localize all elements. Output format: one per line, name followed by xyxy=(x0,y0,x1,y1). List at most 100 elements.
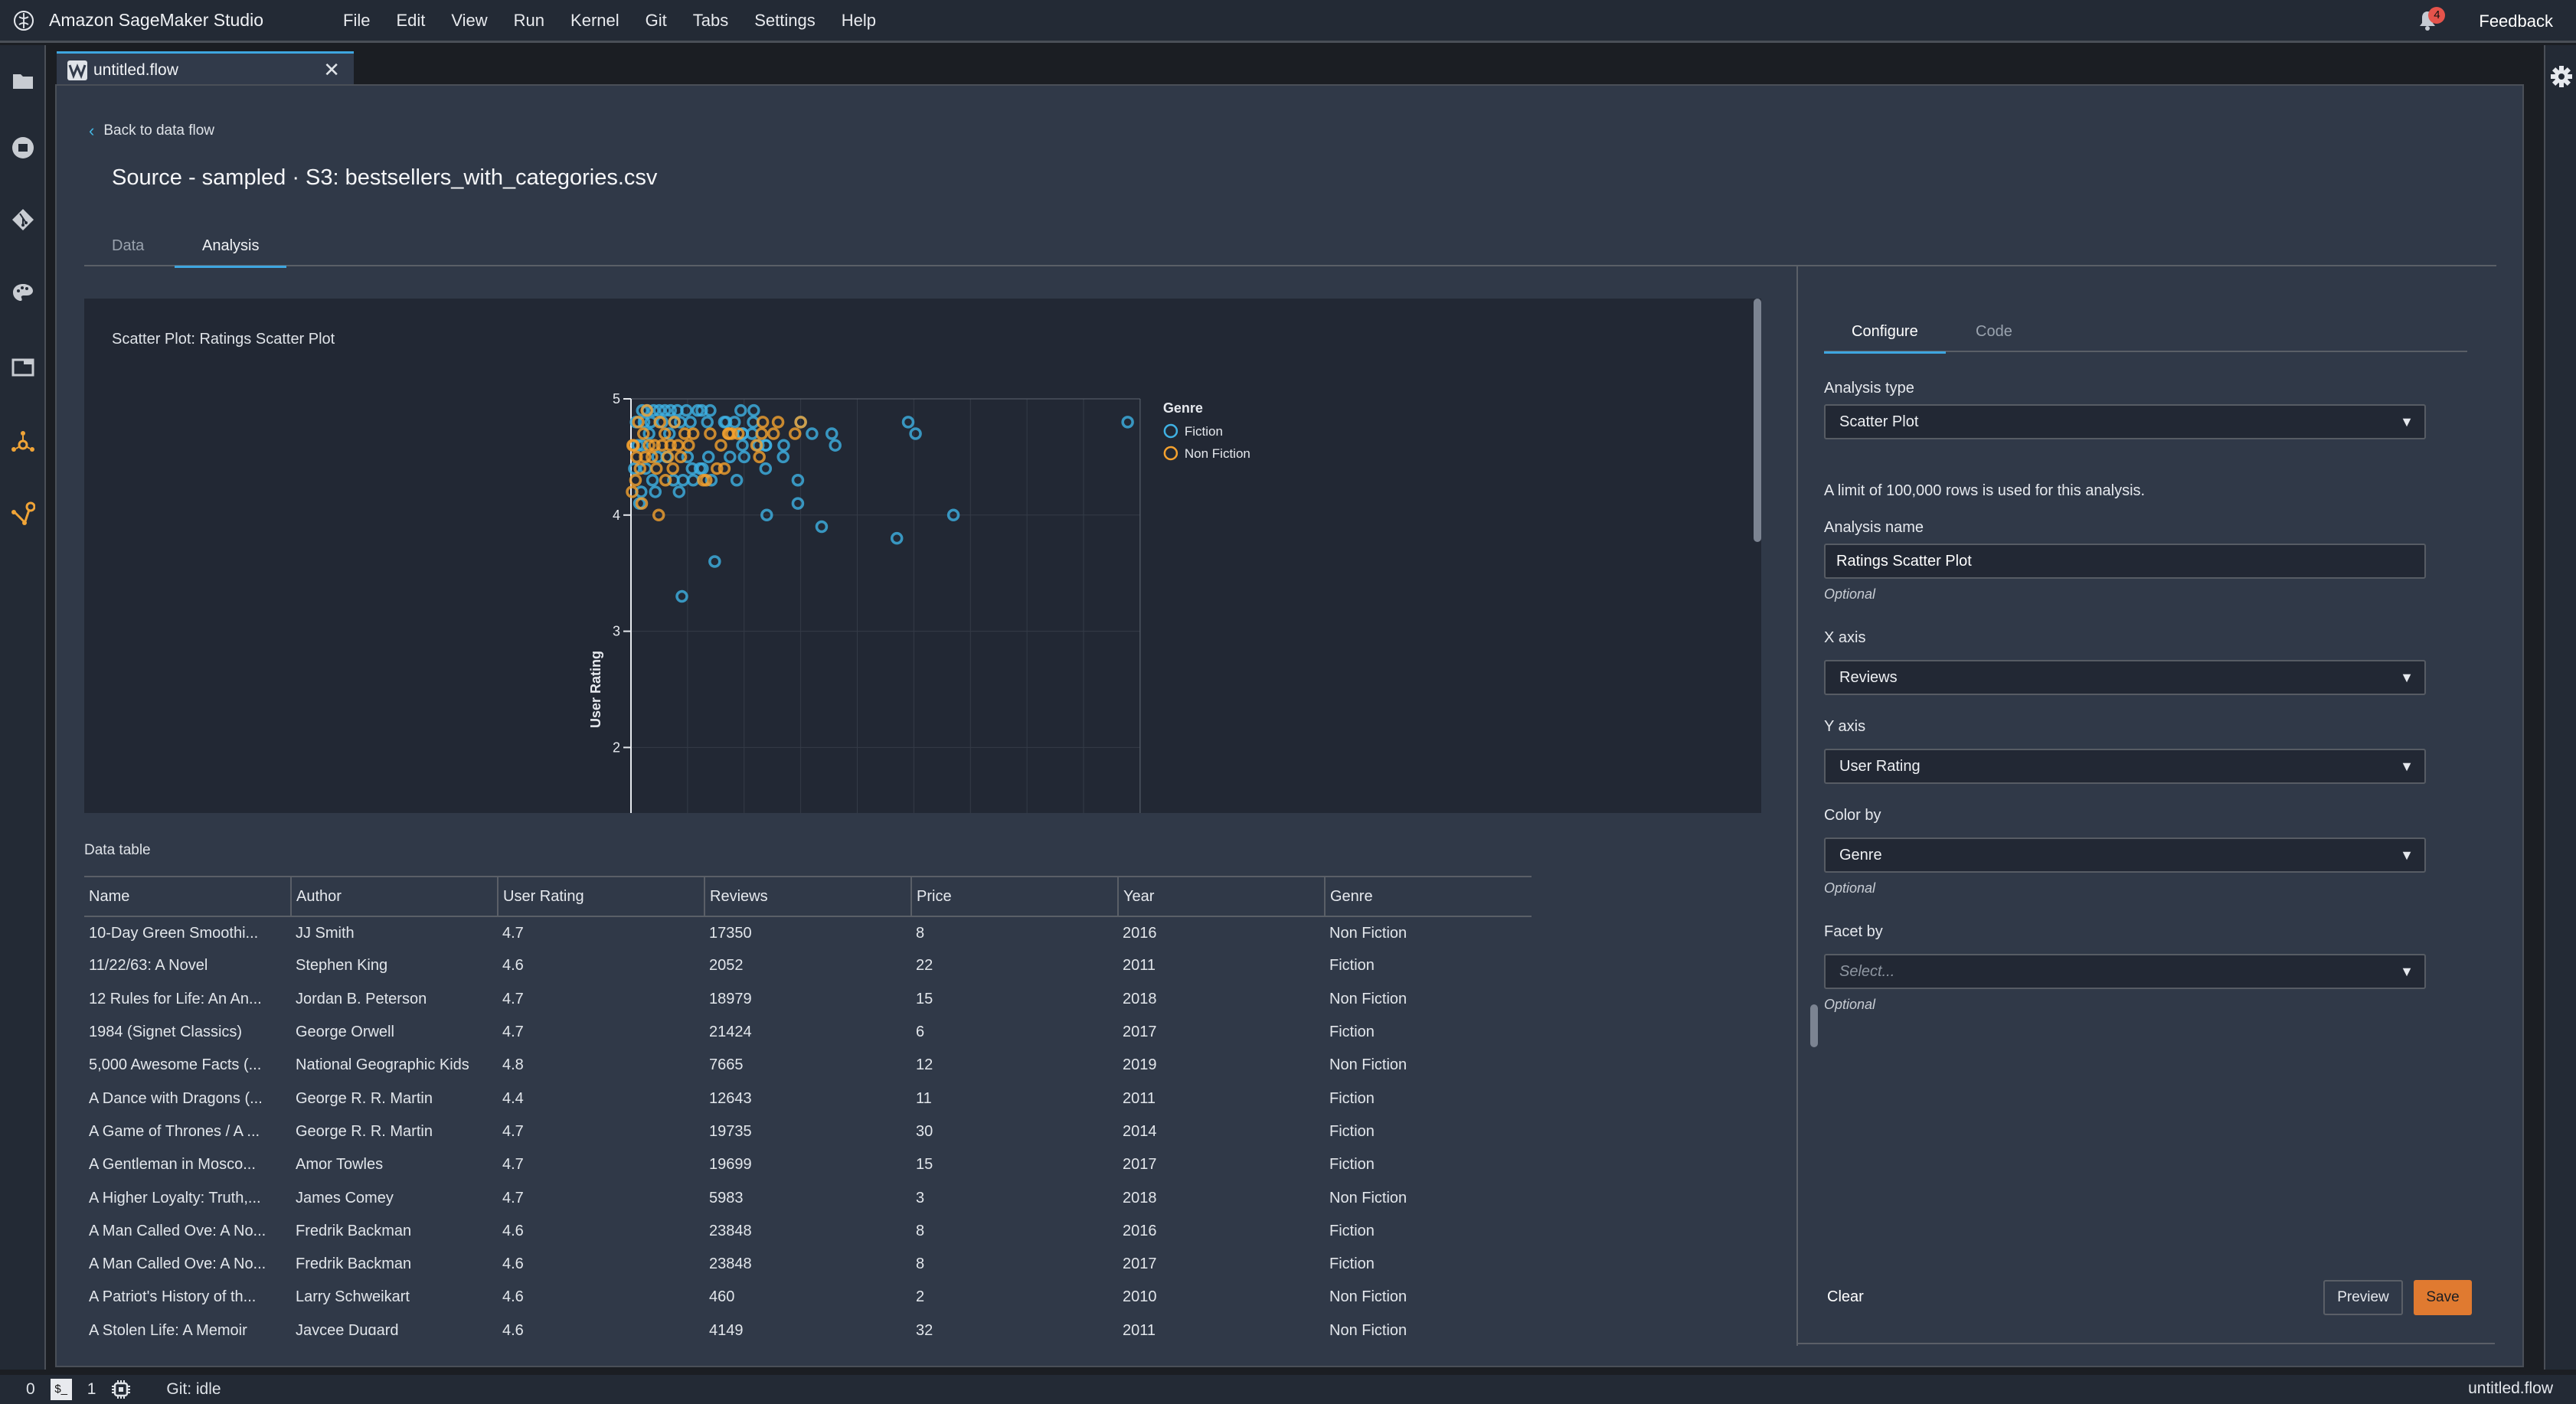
column-header[interactable]: Price xyxy=(910,876,1118,917)
table-row[interactable]: A Patriot's History of th... Larry Schwei… xyxy=(84,1281,1532,1314)
table-cell: 2010 xyxy=(1123,1288,1157,1306)
cpu-chip-icon[interactable] xyxy=(111,1380,131,1399)
table-row[interactable]: 10-Day Green Smoothi... JJ Smith 4.7 17350 8… xyxy=(84,916,1532,949)
facet-by-label: Facet by xyxy=(1824,923,1883,940)
column-header[interactable]: Name xyxy=(84,876,291,917)
editor-panel: ‹ Back to data flow Source - sampled · S… xyxy=(55,84,2524,1367)
menu-git[interactable]: Git xyxy=(646,11,667,31)
caret-down-icon: ▼ xyxy=(2400,670,2414,685)
data-point-fiction xyxy=(901,416,915,429)
data-point-non-fiction xyxy=(674,450,688,464)
data-table: Name Author User Rating Reviews Price Year Gen… xyxy=(84,876,1532,1335)
table-cell: 12 xyxy=(916,1056,933,1074)
column-header[interactable]: Genre xyxy=(1324,876,1532,917)
config-footer-divider xyxy=(1798,1343,2495,1344)
table-row[interactable]: A Man Called Ove: A No... Fredrik Backman… xyxy=(84,1248,1532,1281)
table-cell: 4.7 xyxy=(502,990,524,1007)
notifications-button[interactable]: 4 xyxy=(2417,7,2446,33)
menu-view[interactable]: View xyxy=(451,11,487,31)
table-row[interactable]: A Gentleman in Mosco... Amor Towles 4.7 196… xyxy=(84,1148,1532,1181)
menu-kernel[interactable]: Kernel xyxy=(570,11,619,31)
table-row[interactable]: 5,000 Awesome Facts (... National Geograp… xyxy=(84,1049,1532,1082)
table-cell: 4.7 xyxy=(502,1156,524,1174)
menu-run[interactable]: Run xyxy=(514,11,544,31)
table-cell: 3 xyxy=(916,1189,925,1206)
table-row[interactable]: A Higher Loyalty: Truth,... James Comey 4.… xyxy=(84,1181,1532,1214)
table-cell: JJ Smith xyxy=(296,924,355,942)
save-button[interactable]: Save xyxy=(2414,1280,2472,1315)
close-tab-icon[interactable]: ✕ xyxy=(323,58,340,82)
chart-scrollbar[interactable] xyxy=(1754,299,1761,542)
analysis-name-input[interactable] xyxy=(1824,544,2426,579)
feedback-link[interactable]: Feedback xyxy=(2479,11,2553,31)
table-cell: 21424 xyxy=(709,1024,752,1041)
y-tick-label: 2 xyxy=(613,740,620,755)
data-point-fiction xyxy=(649,485,662,498)
table-cell: Amor Towles xyxy=(296,1156,384,1174)
table-row[interactable]: 12 Rules for Life: An An... Jordan B. Pet… xyxy=(84,983,1532,1016)
table-cell: 2011 xyxy=(1123,1089,1156,1107)
experiments-icon[interactable] xyxy=(11,429,35,454)
palette-icon[interactable] xyxy=(11,281,35,305)
git-status[interactable]: Git: idle xyxy=(166,1380,221,1399)
sagemaker-logo-icon xyxy=(14,10,34,31)
menu-file[interactable]: File xyxy=(343,11,370,31)
menu-edit[interactable]: Edit xyxy=(396,11,425,31)
data-wrangler-icon[interactable] xyxy=(11,501,35,526)
row-limit-note: A limit of 100,000 rows is used for this… xyxy=(1824,482,2146,499)
table-cell: 4149 xyxy=(709,1321,744,1335)
table-row[interactable]: A Man Called Ove: A No... Fredrik Backman… xyxy=(84,1215,1532,1248)
data-point-non-fiction xyxy=(771,416,785,429)
table-cell: Fredrik Backman xyxy=(296,1222,412,1239)
y-tick-label: 5 xyxy=(613,391,620,407)
table-cell: Fredrik Backman xyxy=(296,1255,412,1273)
menu-settings[interactable]: Settings xyxy=(754,11,816,31)
git-icon[interactable] xyxy=(11,207,35,232)
y-tick-label: 3 xyxy=(613,624,620,639)
running-stop-icon[interactable] xyxy=(11,136,35,160)
table-cell: Fiction xyxy=(1329,1089,1375,1107)
x-axis-select[interactable]: Reviews ▼ xyxy=(1824,660,2426,695)
menu-tabs[interactable]: Tabs xyxy=(693,11,728,31)
tab-analysis[interactable]: Analysis xyxy=(175,237,287,268)
table-row[interactable]: 11/22/63: A Novel Stephen King 4.6 2052 22 20… xyxy=(84,949,1532,982)
app-title: Amazon SageMaker Studio xyxy=(49,10,263,30)
tab-configure[interactable]: Configure xyxy=(1824,323,1946,354)
terminal-icon[interactable]: $_ xyxy=(50,1379,72,1400)
table-row[interactable]: A Stolen Life: A Memoir Jaycee Dugard 4.6 4… xyxy=(84,1314,1532,1335)
table-cell: Fiction xyxy=(1329,1122,1375,1140)
table-cell: 8 xyxy=(916,1222,925,1239)
y-axis-select[interactable]: User Rating ▼ xyxy=(1824,749,2426,784)
tab-code[interactable]: Code xyxy=(1976,323,2012,351)
column-header[interactable]: Reviews xyxy=(704,876,911,917)
clear-button[interactable]: Clear xyxy=(1827,1288,1864,1306)
table-cell: 4.7 xyxy=(502,1024,524,1041)
table-cell: 4.6 xyxy=(502,1222,524,1239)
table-row[interactable]: A Game of Thrones / A ... George R. R. Ma… xyxy=(84,1115,1532,1148)
tab-data[interactable]: Data xyxy=(112,237,144,266)
column-header[interactable]: Author xyxy=(290,876,498,917)
table-header-row: Name Author User Rating Reviews Price Year Gen… xyxy=(84,876,1532,917)
preview-button[interactable]: Preview xyxy=(2323,1280,2403,1315)
table-cell: National Geographic Kids xyxy=(296,1056,469,1074)
column-header[interactable]: Year xyxy=(1117,876,1325,917)
column-header[interactable]: User Rating xyxy=(497,876,704,917)
table-cell: George R. R. Martin xyxy=(296,1122,433,1140)
table-row[interactable]: A Dance with Dragons (... George R. R. Ma… xyxy=(84,1082,1532,1115)
legend-symbol xyxy=(1163,446,1178,461)
table-row[interactable]: 1984 (Signet Classics) George Orwell 4.7 21… xyxy=(84,1016,1532,1049)
analysis-type-select[interactable]: Scatter Plot ▼ xyxy=(1824,404,2426,439)
menu-help[interactable]: Help xyxy=(842,11,876,31)
table-cell: 4.7 xyxy=(502,1189,524,1206)
tab-untitled-flow[interactable]: untitled.flow ✕ xyxy=(57,51,354,87)
table-cell: A Man Called Ove: A No... xyxy=(89,1222,266,1239)
table-cell: Jaycee Dugard xyxy=(296,1321,399,1335)
folder-icon[interactable] xyxy=(11,68,35,93)
back-to-data-flow-link[interactable]: ‹ Back to data flow xyxy=(89,121,214,141)
data-table-label: Data table xyxy=(84,842,151,858)
facet-by-select[interactable]: Select... ▼ xyxy=(1824,954,2426,989)
gear-icon[interactable] xyxy=(2550,65,2573,88)
table-cell: 2 xyxy=(916,1288,925,1306)
tabs-window-icon[interactable] xyxy=(11,354,35,379)
color-by-select[interactable]: Genre ▼ xyxy=(1824,838,2426,873)
